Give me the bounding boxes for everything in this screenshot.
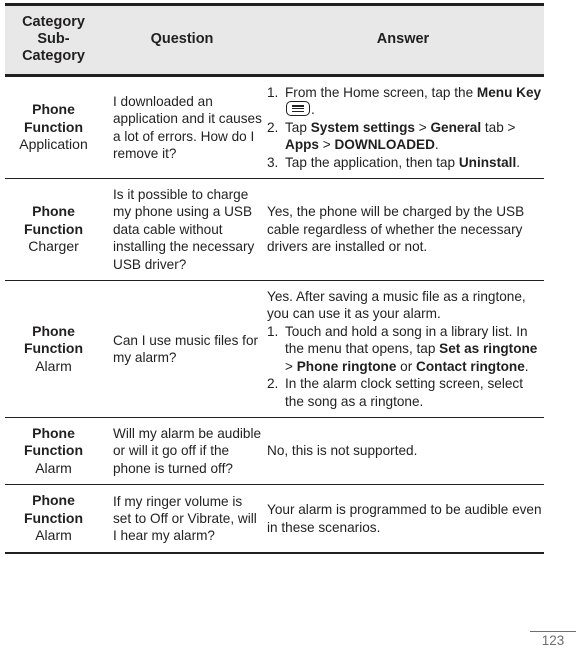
cell-category: Phone Function Alarm bbox=[5, 280, 102, 418]
body-text: In the alarm clock setting screen, selec… bbox=[285, 376, 523, 409]
category-main-line1: Phone bbox=[32, 322, 75, 339]
body-text: Tap the application, then tap bbox=[285, 154, 459, 170]
category-sub: Application bbox=[19, 136, 88, 153]
cell-answer: 1. From the Home screen, tap the Menu Key… bbox=[262, 75, 544, 180]
body-text: . bbox=[311, 102, 315, 118]
body-text: tab > bbox=[481, 119, 516, 135]
column-header-category-line2: Sub- bbox=[37, 31, 70, 47]
table-header: Category Sub- Category Question Answer bbox=[5, 3, 544, 77]
column-header-category: Category Sub- Category bbox=[5, 3, 102, 77]
table-header-row: Category Sub- Category Question Answer bbox=[5, 3, 544, 77]
body-text: . bbox=[524, 358, 529, 374]
category-main-line1: Phone bbox=[32, 101, 75, 118]
cell-category: Phone Function Application bbox=[5, 75, 102, 180]
body-text: > bbox=[318, 137, 335, 153]
category-sub: Alarm bbox=[35, 459, 72, 476]
category-main-line2: Function bbox=[23, 118, 84, 135]
body-text: From the Home screen, tap the bbox=[285, 85, 477, 100]
answer-step-number: 2. bbox=[267, 376, 279, 392]
emphasis-text: Menu Key bbox=[476, 85, 542, 100]
cell-answer: Your alarm is programmed to be audible e… bbox=[262, 484, 544, 554]
cell-category: Phone Function Alarm bbox=[5, 484, 102, 554]
table-body: Phone Function Application I downloaded an … bbox=[5, 75, 544, 554]
answer-steps: 1. Touch and hold a song in a library lis… bbox=[267, 323, 544, 410]
emphasis-text: Phone ringtone bbox=[296, 358, 397, 374]
answer-intro: No, this is not supported. bbox=[267, 443, 418, 459]
column-header-category-line3: Category bbox=[22, 48, 85, 64]
answer-intro: Yes. After saving a music file as a ring… bbox=[267, 289, 526, 322]
cell-category: Phone Function Charger bbox=[5, 178, 102, 282]
emphasis-text: DOWNLOADED bbox=[334, 137, 435, 153]
table-row: Phone Function Alarm If my ringer volume is… bbox=[5, 484, 544, 554]
answer-step: 3. Tap the application, then tap Uninstal… bbox=[267, 154, 544, 171]
emphasis-text: Apps bbox=[285, 137, 319, 153]
answer-step-number: 2. bbox=[267, 119, 279, 135]
answer-steps: 1. From the Home screen, tap the Menu Key… bbox=[267, 84, 544, 171]
answer-step-number: 1. bbox=[267, 85, 279, 100]
body-text: Tap bbox=[285, 119, 311, 135]
page-footer: 123 bbox=[530, 630, 576, 649]
cell-answer: Yes, the phone will be charged by the US… bbox=[262, 178, 544, 282]
body-text: . bbox=[434, 137, 439, 153]
emphasis-text: Set as ringtone bbox=[439, 341, 538, 357]
manual-page: Category Sub- Category Question Answer P… bbox=[0, 0, 580, 653]
cell-answer: No, this is not supported. bbox=[262, 417, 544, 486]
cell-question: If my ringer volume is set to Off or Vib… bbox=[102, 484, 262, 554]
category-sub: Alarm bbox=[35, 357, 72, 374]
body-text: . bbox=[516, 154, 521, 170]
menu-key-icon bbox=[286, 101, 310, 117]
cell-question: Will my alarm be audible or will it go o… bbox=[102, 417, 262, 486]
category-main-line2: Function bbox=[23, 442, 84, 459]
column-header-category-line1: Category bbox=[22, 14, 85, 30]
column-header-answer: Answer bbox=[262, 3, 544, 77]
table-row: Phone Function Application I downloaded an … bbox=[5, 75, 544, 180]
cell-answer: Yes. After saving a music file as a ring… bbox=[262, 280, 544, 418]
table-row: Phone Function Alarm Can I use music files … bbox=[5, 280, 544, 418]
answer-intro: Your alarm is programmed to be audible e… bbox=[267, 502, 542, 535]
faq-table: Category Sub- Category Question Answer P… bbox=[5, 3, 544, 554]
answer-step-number: 1. bbox=[267, 323, 279, 339]
answer-step: 2. Tap System settings > General tab > Ap… bbox=[267, 119, 544, 154]
cell-question: Can I use music files for my alarm? bbox=[102, 280, 262, 418]
emphasis-text: Contact ringtone bbox=[416, 358, 525, 374]
category-main-line2: Function bbox=[23, 509, 84, 526]
category-main-line1: Phone bbox=[32, 424, 75, 441]
emphasis-text: System settings bbox=[310, 119, 415, 135]
emphasis-text: General bbox=[430, 119, 482, 135]
cell-category: Phone Function Alarm bbox=[5, 417, 102, 486]
answer-intro: Yes, the phone will be charged by the US… bbox=[267, 204, 525, 255]
table-row: Phone Function Charger Is it possible to ch… bbox=[5, 178, 544, 282]
category-main-line2: Function bbox=[23, 340, 84, 357]
emphasis-text: Uninstall bbox=[458, 154, 517, 170]
cell-question: I downloaded an application and it cause… bbox=[102, 75, 262, 180]
body-text: or bbox=[396, 358, 417, 374]
category-main-line2: Function bbox=[23, 220, 84, 237]
answer-step: 1. From the Home screen, tap the Menu Key… bbox=[267, 84, 544, 119]
answer-step: 2. In the alarm clock setting screen, sel… bbox=[267, 375, 544, 410]
answer-step-number: 3. bbox=[267, 154, 279, 170]
category-main-line1: Phone bbox=[32, 492, 75, 509]
page-footer-rule bbox=[530, 630, 576, 632]
page-number: 123 bbox=[541, 633, 565, 648]
category-sub: Alarm bbox=[35, 527, 72, 544]
column-header-question: Question bbox=[102, 3, 262, 77]
cell-question: Is it possible to charge my phone using … bbox=[102, 178, 262, 282]
category-sub: Charger bbox=[28, 238, 79, 255]
body-text: > bbox=[414, 119, 431, 135]
table-row: Phone Function Alarm Will my alarm be audib… bbox=[5, 417, 544, 486]
body-text: > bbox=[285, 358, 297, 374]
category-main-line1: Phone bbox=[32, 203, 75, 220]
answer-step: 1. Touch and hold a song in a library lis… bbox=[267, 323, 544, 375]
